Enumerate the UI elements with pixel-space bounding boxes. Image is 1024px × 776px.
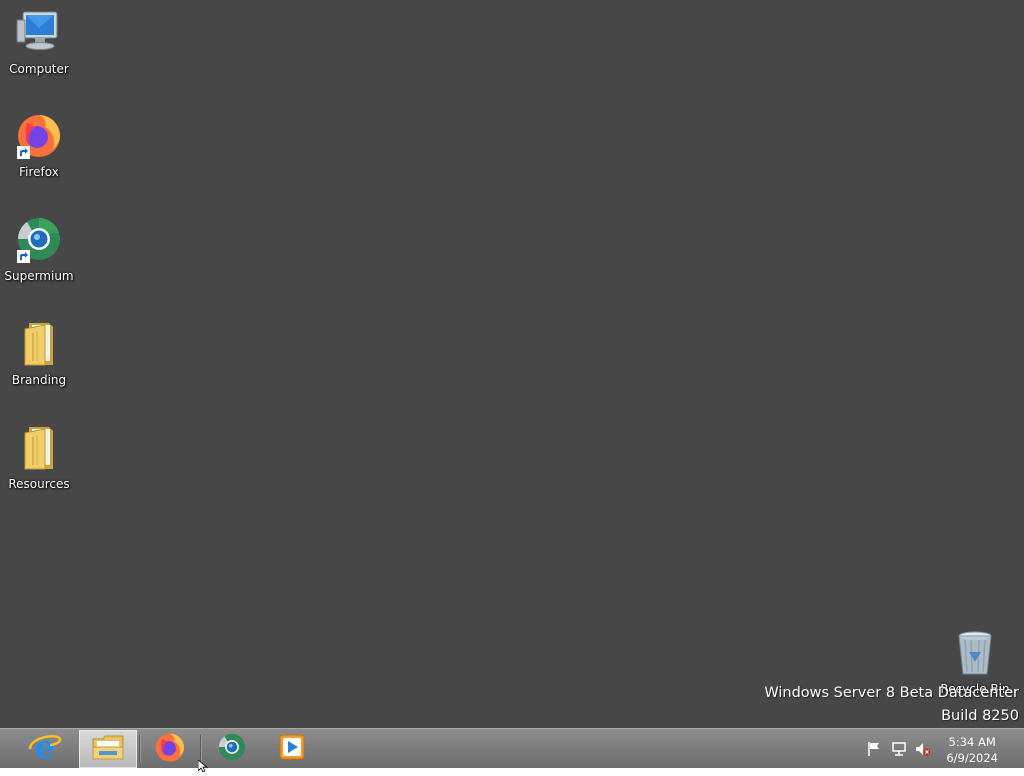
- desktop-icon-label: Supermium: [4, 269, 74, 283]
- media-player-icon: [279, 734, 305, 764]
- os-version-watermark: Windows Server 8 Beta Datacenter Build 8…: [764, 682, 1019, 728]
- desktop-icon-firefox[interactable]: Firefox: [0, 111, 78, 179]
- folder-icon: [15, 319, 63, 367]
- firefox-icon: [15, 111, 63, 159]
- shortcut-arrow-icon: [17, 250, 30, 263]
- desktop-icon-resources[interactable]: Resources: [0, 423, 78, 491]
- desktop[interactable]: Computer Firefox Supermium Branding Reso…: [0, 0, 1024, 728]
- desktop-icon-label: Computer: [9, 62, 69, 76]
- supermium-icon: [217, 732, 247, 766]
- action-center-flag-icon[interactable]: [866, 741, 882, 757]
- mouse-cursor-icon: [197, 757, 210, 776]
- taskbar-firefox-button[interactable]: [141, 730, 199, 768]
- recycle-bin-icon: [951, 630, 999, 678]
- internet-explorer-icon: e: [28, 728, 62, 767]
- volume-muted-icon[interactable]: [915, 741, 931, 757]
- desktop-icon-label: Firefox: [19, 165, 59, 179]
- desktop-icon-branding[interactable]: Branding: [0, 319, 78, 387]
- watermark-line-2: Build 8250: [941, 708, 1019, 724]
- shortcut-arrow-icon: [17, 146, 30, 159]
- taskbar: e 5:34 AM 6/9/2024: [0, 728, 1024, 768]
- firefox-icon: [154, 731, 186, 767]
- supermium-icon: [15, 215, 63, 263]
- folder-icon: [15, 423, 63, 471]
- network-icon[interactable]: [891, 741, 907, 757]
- file-explorer-icon: [91, 733, 125, 765]
- clock-date: 6/9/2024: [946, 751, 998, 765]
- taskbar-internet-explorer-button[interactable]: e: [16, 728, 74, 768]
- taskbar-file-explorer-button[interactable]: [79, 730, 137, 768]
- computer-icon: [15, 8, 63, 56]
- watermark-line-1: Windows Server 8 Beta Datacenter: [764, 685, 1019, 701]
- desktop-icon-label: Branding: [11, 373, 67, 387]
- desktop-icon-supermium[interactable]: Supermium: [0, 215, 78, 283]
- taskbar-supermium-button[interactable]: [203, 730, 261, 768]
- system-clock[interactable]: 5:34 AM 6/9/2024: [946, 734, 998, 766]
- clock-time: 5:34 AM: [948, 735, 996, 749]
- taskbar-media-player-button[interactable]: [263, 730, 321, 768]
- desktop-icon-label: Resources: [8, 477, 70, 491]
- desktop-icon-computer[interactable]: Computer: [0, 8, 78, 76]
